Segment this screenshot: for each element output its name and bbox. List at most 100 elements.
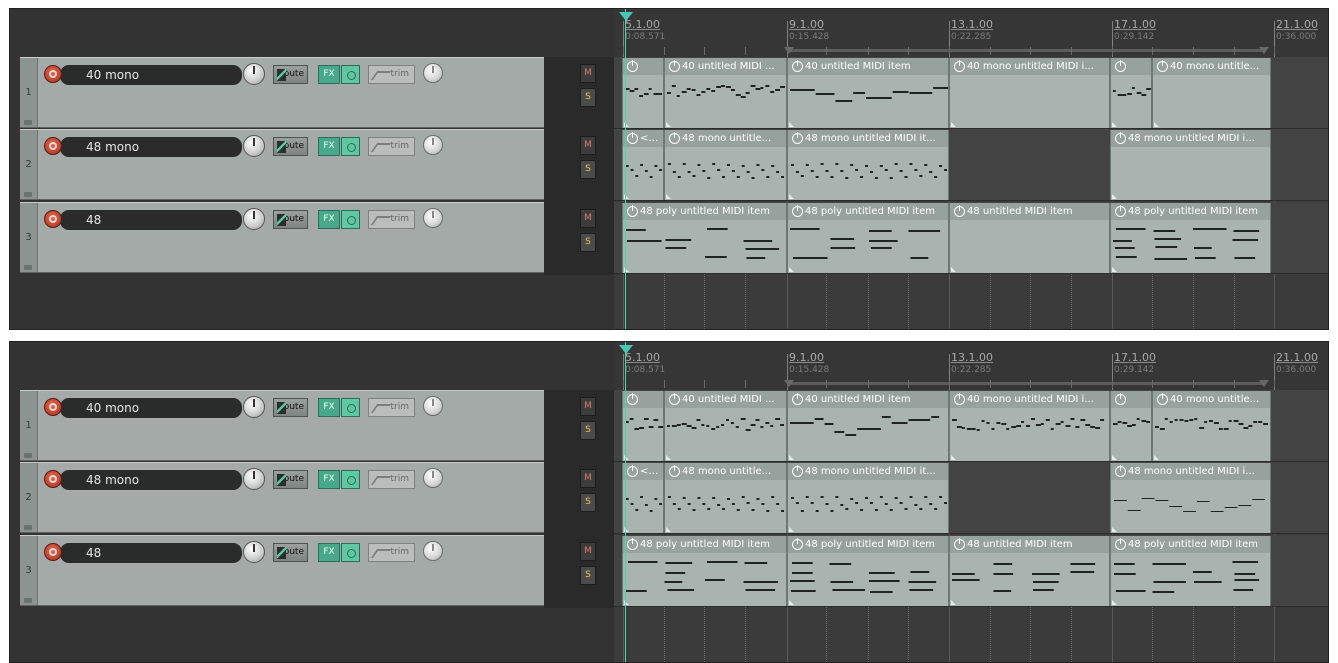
playhead-cursor[interactable] — [625, 342, 626, 662]
track-name-field[interactable]: 48 — [60, 210, 242, 230]
fx-bypass-icon[interactable] — [341, 137, 360, 156]
midi-item[interactable]: 48 poly untitled MIDI item — [622, 203, 787, 273]
track-header[interactable]: 3 48 Route FX trim — [20, 535, 544, 606]
route-button[interactable]: Route — [273, 137, 308, 156]
trim-envelope-button[interactable]: trim — [368, 137, 415, 156]
midi-item[interactable]: 48 poly untitled MIDI item — [622, 536, 787, 606]
fx-button[interactable]: FX — [318, 543, 340, 562]
folder-icon[interactable] — [24, 453, 32, 458]
solo-button[interactable]: S — [580, 566, 596, 585]
volume-knob[interactable] — [243, 541, 265, 563]
midi-item[interactable]: 40 mono untitled MIDI i... — [949, 58, 1110, 128]
midi-item[interactable]: << ... — [622, 463, 664, 533]
mute-button[interactable]: M — [580, 136, 596, 155]
midi-item[interactable]: 48 mono untitled MIDI i... — [1110, 463, 1271, 533]
fx-button[interactable]: FX — [318, 210, 340, 229]
folder-icon[interactable] — [24, 192, 32, 197]
trim-envelope-button[interactable]: trim — [368, 210, 415, 229]
track-header[interactable]: 3 48 Route FX trim — [20, 202, 544, 273]
midi-item[interactable]: 48 mono untitle... — [664, 463, 787, 533]
record-arm-icon[interactable] — [44, 470, 62, 488]
timeline-ruler[interactable]: 5.1.00 0:08.571 9.1.00 0:15.428 13.1.00 0:22.… — [614, 342, 1328, 390]
fx-button[interactable]: FX — [318, 398, 340, 417]
pan-knob[interactable] — [423, 541, 443, 561]
pan-knob[interactable] — [423, 468, 443, 488]
solo-button[interactable]: S — [580, 493, 596, 512]
route-button[interactable]: Route — [273, 470, 308, 489]
track-lane[interactable]: 48 poly untitled MIDI item 48 poly untitl… — [614, 202, 1328, 274]
mute-button[interactable]: M — [580, 469, 596, 488]
trim-envelope-button[interactable]: trim — [368, 398, 415, 417]
loop-end-marker[interactable] — [1259, 380, 1269, 387]
midi-item[interactable]: 48 poly untitled MIDI item — [787, 203, 949, 273]
track-name-field[interactable]: 48 mono — [60, 137, 242, 157]
pan-knob[interactable] — [423, 396, 443, 416]
record-arm-icon[interactable] — [44, 137, 62, 155]
folder-icon[interactable] — [24, 525, 32, 530]
playhead-marker-icon[interactable] — [619, 12, 633, 21]
solo-button[interactable]: S — [580, 421, 596, 440]
arrange-area[interactable]: 5.1.00 0:08.571 9.1.00 0:15.428 13.1.00 0:22.… — [614, 9, 1328, 329]
record-arm-icon[interactable] — [44, 398, 62, 416]
trim-envelope-button[interactable]: trim — [368, 65, 415, 84]
volume-knob[interactable] — [243, 63, 265, 85]
record-arm-icon[interactable] — [44, 543, 62, 561]
pan-knob[interactable] — [423, 208, 443, 228]
volume-knob[interactable] — [243, 396, 265, 418]
pan-knob[interactable] — [423, 63, 443, 83]
fx-button[interactable]: FX — [318, 137, 340, 156]
midi-item[interactable]: 48 mono untitle... — [664, 130, 787, 200]
route-button[interactable]: Route — [273, 398, 308, 417]
fx-bypass-icon[interactable] — [341, 65, 360, 84]
track-name-field[interactable]: 40 mono — [60, 65, 242, 85]
folder-icon[interactable] — [24, 265, 32, 270]
trim-envelope-button[interactable]: trim — [368, 470, 415, 489]
midi-item[interactable]: 40 untitled MIDI ... — [664, 391, 787, 461]
loop-start-marker[interactable] — [784, 47, 794, 54]
midi-item[interactable] — [622, 391, 664, 461]
loop-start-marker[interactable] — [784, 380, 794, 387]
midi-item[interactable]: 40 mono untitle... — [1152, 391, 1271, 461]
route-button[interactable]: Route — [273, 65, 308, 84]
volume-knob[interactable] — [243, 468, 265, 490]
midi-item[interactable]: 40 untitled MIDI item — [787, 58, 949, 128]
mute-button[interactable]: M — [580, 542, 596, 561]
fx-bypass-icon[interactable] — [341, 470, 360, 489]
mute-button[interactable]: M — [580, 397, 596, 416]
track-lane[interactable]: << ...48 mono untitle...48 mono untitled… — [614, 129, 1328, 201]
midi-item[interactable]: 48 mono untitled MIDI it... — [787, 463, 949, 533]
track-lane[interactable]: 40 untitled MIDI ... 40 untitled MIDI ite… — [614, 390, 1328, 462]
midi-item[interactable]: 48 mono untitled MIDI it... — [787, 130, 949, 200]
folder-icon[interactable] — [24, 598, 32, 603]
midi-item[interactable]: 40 untitled MIDI item — [787, 391, 949, 461]
track-header[interactable]: 2 48 mono Route FX trim — [20, 462, 544, 533]
midi-item[interactable]: << ... — [622, 130, 664, 200]
playhead-cursor[interactable] — [625, 9, 626, 329]
track-header[interactable]: 1 40 mono Route FX trim — [20, 390, 544, 461]
midi-item[interactable]: 40 mono untitle... — [1152, 58, 1271, 128]
midi-item[interactable]: 48 poly untitled MIDI item — [1110, 536, 1271, 606]
midi-item[interactable]: 40 untitled MIDI ... — [664, 58, 787, 128]
arrange-area[interactable]: 5.1.00 0:08.571 9.1.00 0:15.428 13.1.00 0:22.… — [614, 342, 1328, 662]
timeline-ruler[interactable]: 5.1.00 0:08.571 9.1.00 0:15.428 13.1.00 0:22.… — [614, 9, 1328, 57]
midi-item[interactable]: 48 poly untitled MIDI item — [787, 536, 949, 606]
route-button[interactable]: Route — [273, 543, 308, 562]
midi-item[interactable]: 48 untitled MIDI item — [949, 536, 1110, 606]
record-arm-icon[interactable] — [44, 65, 62, 83]
fx-bypass-icon[interactable] — [341, 398, 360, 417]
midi-item[interactable]: 40 mono untitled MIDI i... — [949, 391, 1110, 461]
midi-item[interactable] — [622, 58, 664, 128]
fx-button[interactable]: FX — [318, 470, 340, 489]
fx-button[interactable]: FX — [318, 65, 340, 84]
midi-item[interactable]: 48 untitled MIDI item — [949, 203, 1110, 273]
loop-end-marker[interactable] — [1259, 47, 1269, 54]
track-header[interactable]: 2 48 mono Route FX trim — [20, 129, 544, 200]
midi-item[interactable] — [1110, 58, 1152, 128]
track-name-field[interactable]: 48 mono — [60, 470, 242, 490]
volume-knob[interactable] — [243, 135, 265, 157]
playhead-marker-icon[interactable] — [619, 345, 633, 354]
track-lane[interactable]: << ...48 mono untitle...48 mono untitled… — [614, 462, 1328, 534]
folder-icon[interactable] — [24, 120, 32, 125]
fx-bypass-icon[interactable] — [341, 543, 360, 562]
midi-item[interactable] — [1110, 391, 1152, 461]
